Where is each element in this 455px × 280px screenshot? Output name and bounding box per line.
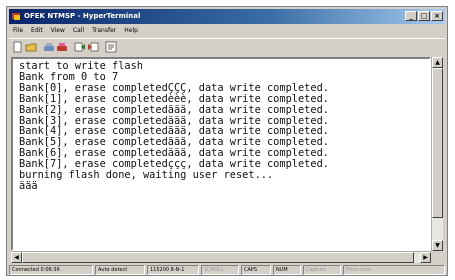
scroll-right-arrow-icon[interactable]: ▶: [420, 252, 431, 263]
status-caps: CAPS: [241, 265, 271, 275]
toolbar: [9, 38, 445, 55]
status-print-echo: Print echo: [343, 265, 445, 275]
terminal-output[interactable]: start to write flash Bank from 0 to 7 Ba…: [11, 57, 431, 251]
status-scroll: SCROLL: [201, 265, 239, 275]
title-bar[interactable]: OFEK NTMSP - HyperTerminal _ □ ×: [9, 9, 445, 24]
status-connection: Connected 0:06:36: [9, 265, 93, 275]
menu-transfer[interactable]: Transfer: [88, 25, 120, 37]
status-bar: Connected 0:06:36 Auto detect 115200 8-N…: [9, 265, 445, 275]
maximize-button[interactable]: □: [418, 11, 430, 21]
disconnect-icon[interactable]: [56, 41, 68, 53]
hyperterminal-app-icon[interactable]: [12, 12, 21, 21]
menu-edit[interactable]: Edit: [27, 25, 47, 37]
status-detect: Auto detect: [95, 265, 145, 275]
menu-help[interactable]: Help: [120, 25, 142, 37]
vertical-scrollbar[interactable]: ▲ ▼: [431, 57, 443, 251]
horizontal-scrollbar[interactable]: ◀ ▶: [11, 251, 431, 263]
horizontal-scroll-thumb[interactable]: [22, 252, 414, 263]
menu-view[interactable]: View: [47, 25, 69, 37]
hyperterminal-window: OFEK NTMSP - HyperTerminal _ □ × File Edit V…: [6, 6, 448, 276]
receive-icon[interactable]: [87, 41, 99, 53]
menu-file[interactable]: File: [9, 25, 27, 37]
send-icon[interactable]: [74, 41, 86, 53]
window-title: OFEK NTMSP - HyperTerminal: [24, 12, 141, 20]
menu-call[interactable]: Call: [69, 25, 88, 37]
properties-icon[interactable]: [105, 41, 117, 53]
scroll-up-arrow-icon[interactable]: ▲: [432, 57, 443, 68]
vertical-scroll-thumb[interactable]: [432, 68, 443, 218]
menu-bar: File Edit View Call Transfer Help: [9, 25, 445, 37]
minimize-button[interactable]: _: [405, 11, 417, 21]
terminal-line: äää: [19, 179, 38, 192]
status-port-settings: 115200 8-N-1: [147, 265, 199, 275]
scroll-down-arrow-icon[interactable]: ▼: [432, 240, 443, 251]
status-capture: Capture: [303, 265, 341, 275]
open-icon[interactable]: [25, 41, 37, 53]
status-num: NUM: [273, 265, 301, 275]
call-icon[interactable]: [43, 41, 55, 53]
new-connection-icon[interactable]: [12, 41, 24, 53]
terminal-line: burning flash done, waiting user reset..…: [19, 169, 274, 182]
close-button[interactable]: ×: [431, 11, 443, 21]
window-controls: _ □ ×: [404, 11, 443, 22]
scroll-left-arrow-icon[interactable]: ◀: [11, 252, 22, 263]
